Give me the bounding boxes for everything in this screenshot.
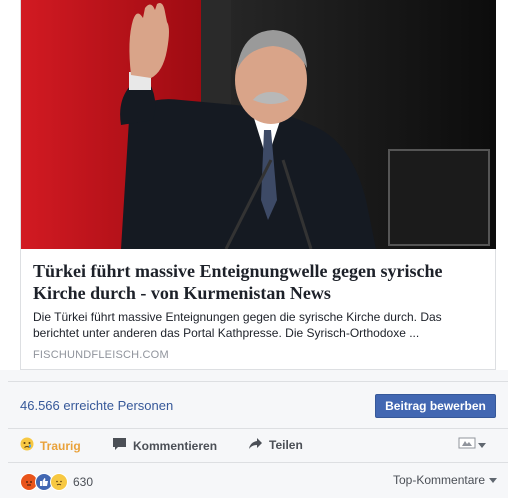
article-photo[interactable]	[21, 0, 496, 249]
article-photo-image	[21, 0, 496, 249]
reactions-summary-bar: 630 Top-Kommentare	[0, 473, 508, 491]
sort-label: Top-Kommentare	[393, 473, 486, 487]
divider	[8, 462, 508, 463]
sad-reaction-icon	[50, 473, 68, 491]
boost-post-button[interactable]: Beitrag bewerben	[375, 394, 496, 418]
reaction-count: 630	[73, 475, 94, 489]
share-arrow-icon	[248, 437, 263, 453]
comment-sort-dropdown[interactable]: Top-Kommentare	[393, 473, 498, 487]
share-button[interactable]: Teilen	[248, 437, 303, 453]
post-domain: FISCHUNDFLEISCH.COM	[33, 349, 169, 361]
divider	[8, 428, 508, 429]
comment-button[interactable]: Kommentieren	[112, 437, 217, 454]
post-description: Die Türkei führt massive Enteignungen ge…	[33, 310, 442, 340]
share-label: Teilen	[269, 438, 303, 452]
chevron-down-icon	[489, 473, 498, 487]
reach-count-link[interactable]: 46.566 erreichte Personen	[20, 398, 173, 413]
reaction-label: Traurig	[40, 438, 81, 453]
reaction-button[interactable]: Traurig	[20, 437, 81, 454]
post-headline[interactable]: Türkei führt massive Enteignungwelle geg…	[33, 260, 483, 304]
sad-emoji-icon	[20, 437, 34, 454]
divider	[8, 381, 508, 382]
reactions-summary[interactable]: 630	[20, 473, 93, 491]
link-preview-card[interactable]: Türkei führt massive Enteignungwelle geg…	[20, 0, 496, 370]
comment-icon	[112, 437, 127, 454]
post-actions-bar: Traurig Kommentieren Teilen	[0, 437, 508, 453]
page-avatar-icon	[458, 437, 476, 452]
chevron-down-icon	[478, 438, 486, 452]
comment-label: Kommentieren	[133, 438, 218, 453]
post-as-selector[interactable]	[458, 437, 486, 452]
